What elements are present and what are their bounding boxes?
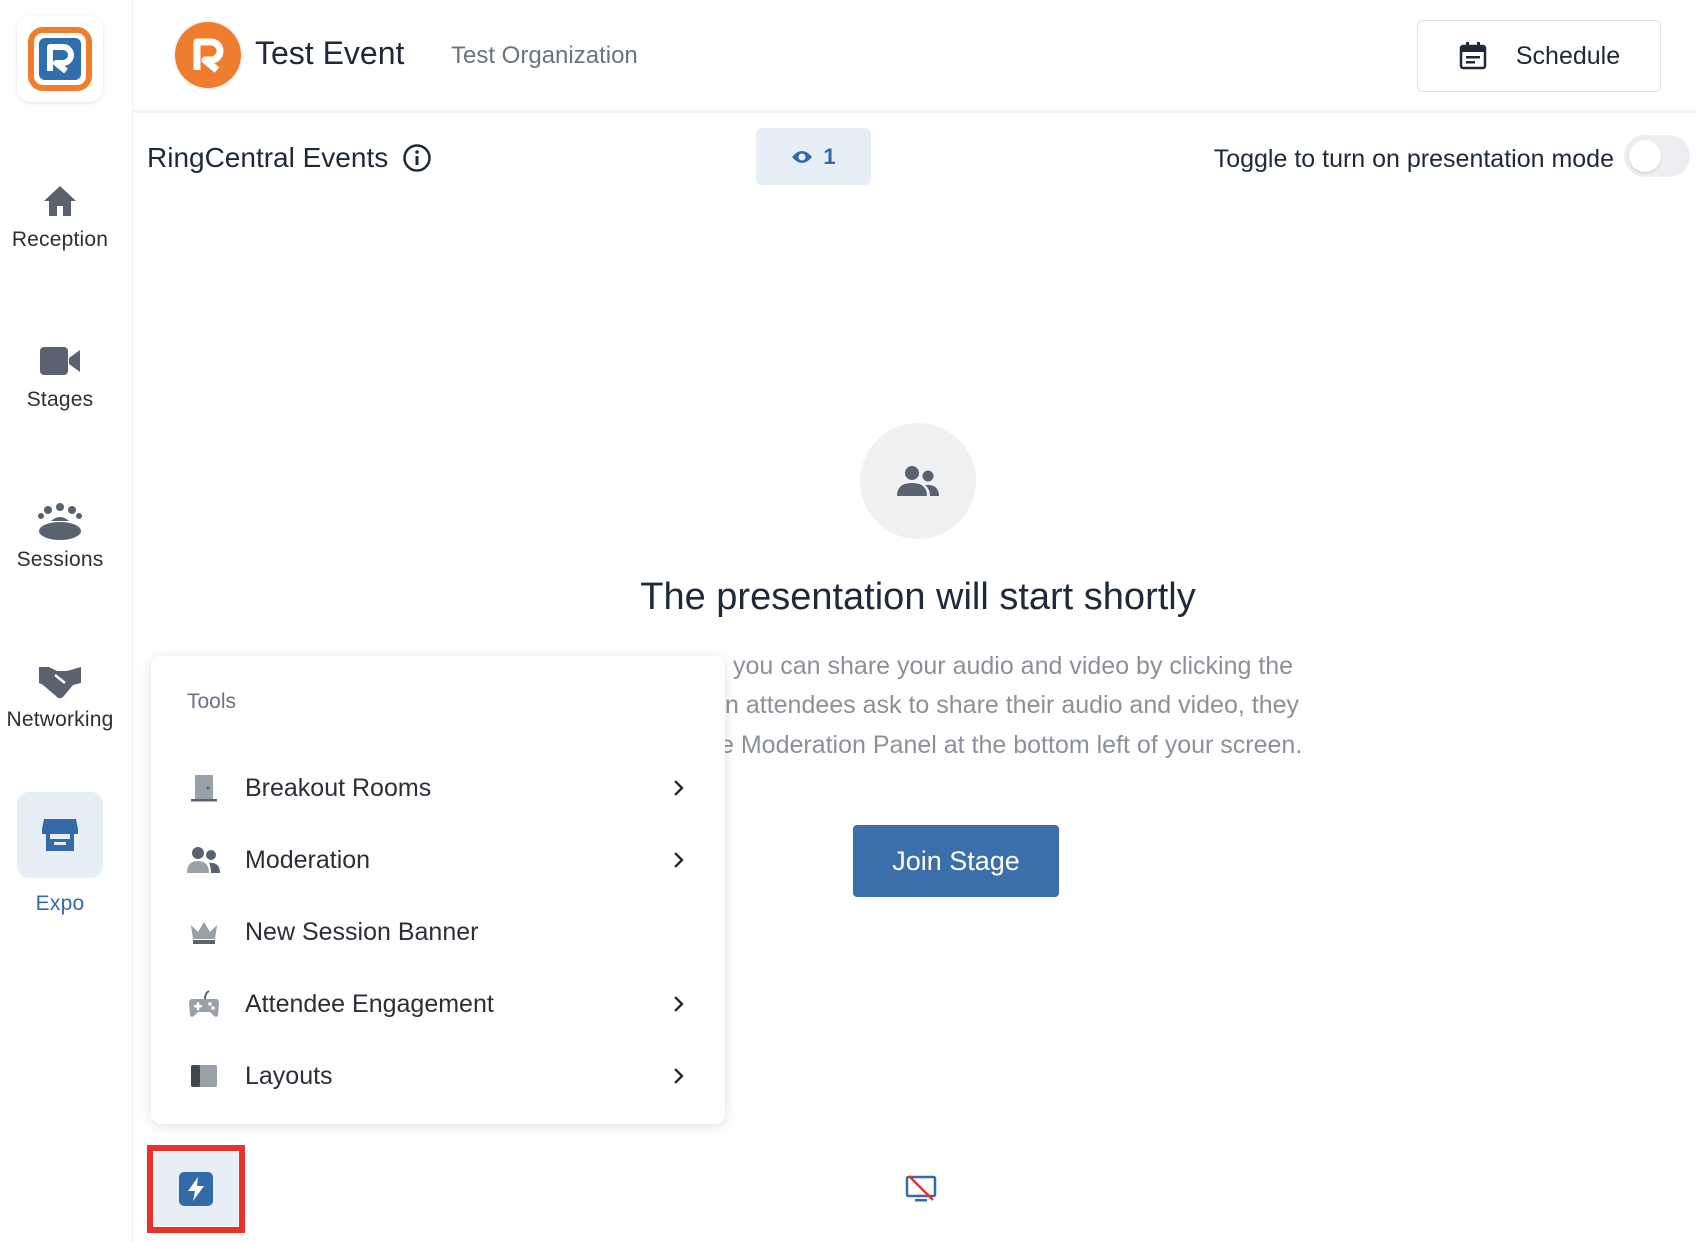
people-placeholder <box>860 423 976 539</box>
tool-label: Moderation <box>245 845 371 874</box>
audience-icon <box>38 503 82 540</box>
presentation-heading: The presentation will start shortly <box>640 576 1196 618</box>
home-icon <box>44 186 76 216</box>
presentation-mode-toggle[interactable] <box>1624 135 1690 177</box>
tool-item-new-session-banner[interactable]: New Session Banner <box>187 904 689 960</box>
tool-item-moderation[interactable]: Moderation <box>187 832 689 888</box>
description-line: you can share your audio and video by cl… <box>733 652 1294 680</box>
event-logo <box>175 22 241 88</box>
chevron-right-icon <box>674 852 684 868</box>
crown-icon <box>191 922 217 944</box>
sidebar-item-sessions[interactable]: Sessions <box>0 478 120 608</box>
top-header: Test Event Test Organization Schedule <box>133 0 1696 113</box>
screen-share-off-icon[interactable] <box>905 1174 937 1204</box>
tool-label: Layouts <box>245 1061 333 1090</box>
chevron-right-icon <box>674 996 684 1012</box>
tool-label: New Session Banner <box>245 917 479 946</box>
sidebar-item-label: Sessions <box>16 548 104 571</box>
description-line: e Moderation Panel at the bottom left of… <box>720 731 1303 759</box>
stage-title-text: RingCentral Events <box>147 142 389 173</box>
viewer-count: 1 <box>823 143 836 169</box>
schedule-label: Schedule <box>1515 41 1621 70</box>
stage-title: RingCentral Events <box>147 142 432 174</box>
sidebar: Reception Stages Sessions Networking Exp… <box>0 0 133 1242</box>
highlight-box <box>147 1145 245 1233</box>
sidebar-item-label: Stages <box>26 388 94 411</box>
organization-name[interactable]: Test Organization <box>451 42 638 70</box>
description-line: n attendees ask to share their audio and… <box>725 691 1299 719</box>
layout-icon <box>191 1065 217 1087</box>
handshake-icon <box>39 667 81 699</box>
tool-item-breakout-rooms[interactable]: Breakout Rooms <box>187 760 689 816</box>
sidebar-item-reception[interactable]: Reception <box>0 158 120 288</box>
ringcentral-logo-icon <box>28 27 92 91</box>
info-icon[interactable] <box>402 143 432 173</box>
tools-popup: Tools Breakout Rooms Moderation New Sess… <box>151 656 725 1124</box>
event-title: Test Event <box>255 35 405 71</box>
presentation-mode-label: Toggle to turn on presentation mode <box>1213 145 1614 173</box>
sidebar-item-expo[interactable]: Expo <box>0 792 120 922</box>
tools-header: Tools <box>187 690 237 713</box>
toggle-knob <box>1629 140 1661 172</box>
event-logo-icon <box>193 38 224 73</box>
door-icon <box>191 775 217 802</box>
booth-icon <box>42 819 78 851</box>
chevron-right-icon <box>674 780 684 796</box>
sidebar-item-stages[interactable]: Stages <box>0 318 120 448</box>
users-icon <box>897 466 939 496</box>
join-stage-button[interactable]: Join Stage <box>853 825 1059 897</box>
brand-logo[interactable] <box>17 16 103 102</box>
eye-icon <box>792 150 813 163</box>
sidebar-item-label: Expo <box>35 892 85 915</box>
tool-item-attendee-engagement[interactable]: Attendee Engagement <box>187 976 689 1032</box>
users-icon <box>187 847 220 873</box>
tool-label: Breakout Rooms <box>245 773 432 802</box>
viewer-count-badge[interactable]: 1 <box>756 128 871 185</box>
video-camera-icon <box>40 347 80 375</box>
chevron-right-icon <box>674 1068 684 1084</box>
tool-item-layouts[interactable]: Layouts <box>187 1048 689 1104</box>
tool-label: Attendee Engagement <box>245 989 494 1018</box>
sidebar-item-networking[interactable]: Networking <box>0 638 120 768</box>
schedule-button[interactable]: Schedule <box>1417 20 1661 92</box>
app-root: Reception Stages Sessions Networking Exp… <box>0 0 1696 1242</box>
calendar-icon <box>1459 42 1487 70</box>
gamepad-icon <box>189 990 219 1017</box>
sidebar-item-label: Networking <box>6 708 114 731</box>
sidebar-item-label: Reception <box>11 228 109 251</box>
